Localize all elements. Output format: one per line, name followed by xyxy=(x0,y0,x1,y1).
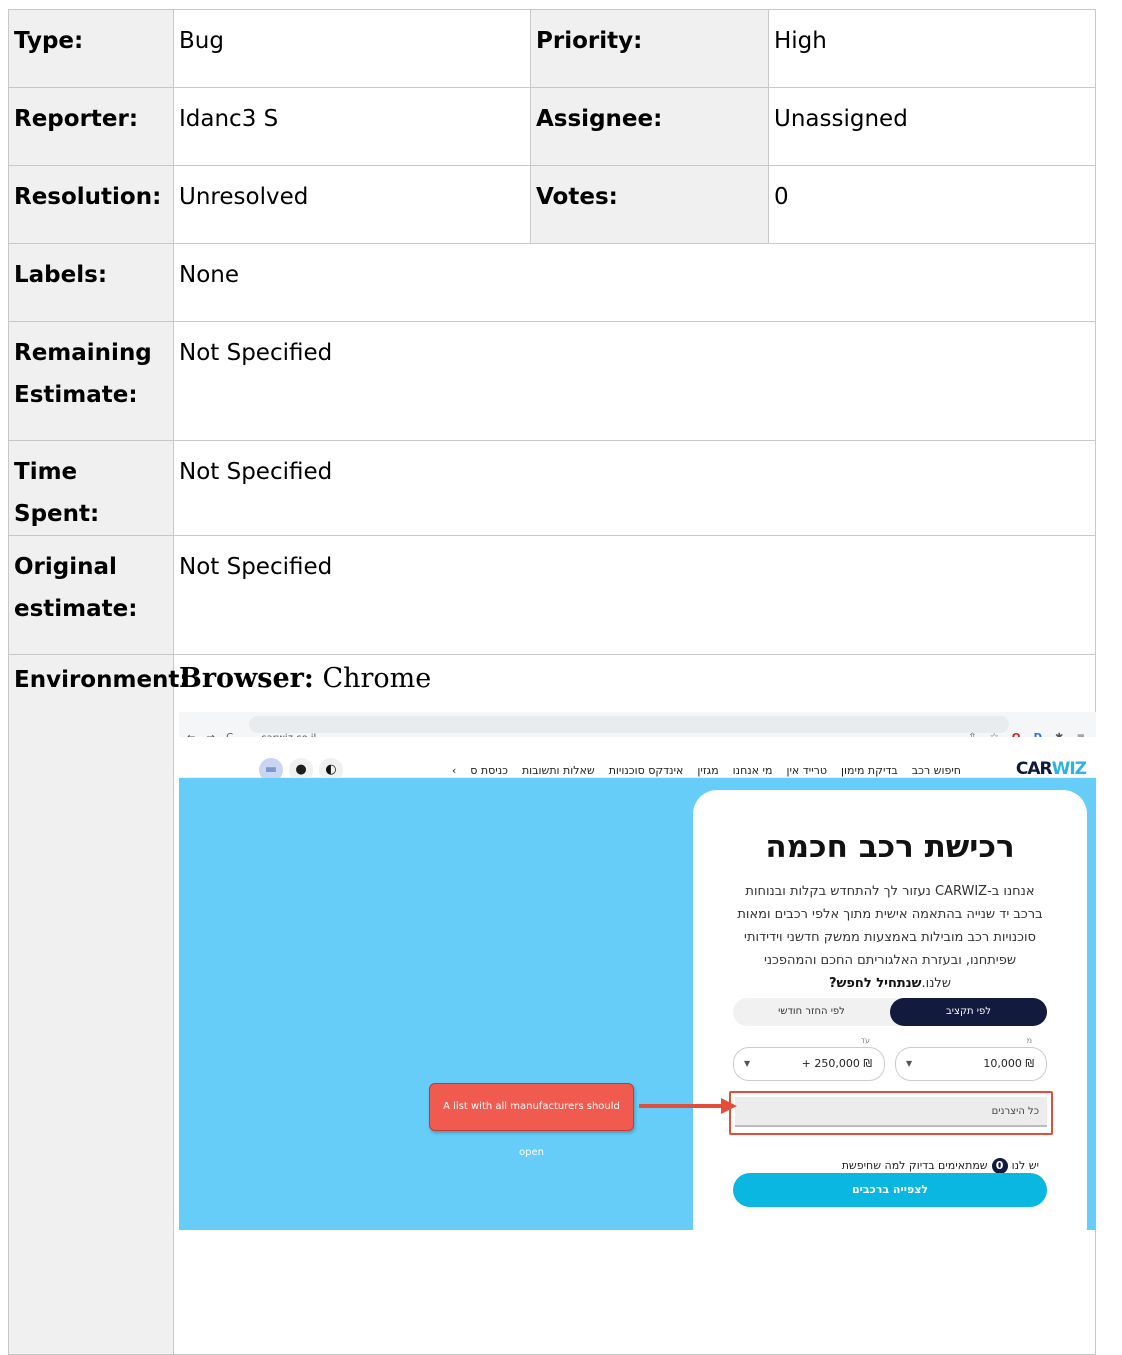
browser-toolbar: ← → C carwiz.co.il ⇪ ☆ O D ✱ ≡ xyxy=(179,712,1096,744)
reporter-label: Reporter: xyxy=(8,87,174,166)
search-card: רכישת רכב חכמה אנחנו ב-CARWIZ נעזור לך ל… xyxy=(693,790,1087,1230)
chevron-down-icon: ▼ xyxy=(906,1059,913,1068)
search-mode-toggle: לפי תקציב לפי החזר חודשי xyxy=(733,998,1047,1026)
reporter-value: Idanc3 S xyxy=(173,87,531,166)
hero-section: רכישת רכב חכמה אנחנו ב-CARWIZ נעזור לך ל… xyxy=(179,778,1096,1230)
environment-browser-line: Browser: Chrome xyxy=(179,659,1090,699)
row-labels: Labels: None xyxy=(8,243,1096,322)
site-nav: CARWIZ חיפוש רכבבדיקת מימוןטרייד איןמי א… xyxy=(179,737,1096,782)
menu-item: חיפוש רכב xyxy=(911,764,961,777)
original-estimate-value: Not Specified xyxy=(173,535,1096,655)
priority-value: High xyxy=(768,9,1096,88)
chevron-icon: › xyxy=(451,764,457,777)
price-to-select: עד ₪ 250,000 + ▼ xyxy=(733,1036,885,1081)
assignee-value: Unassigned xyxy=(768,87,1096,166)
labels-value: None xyxy=(173,243,1096,322)
address-bar: carwiz.co.il xyxy=(249,716,1009,744)
row-remaining-estimate: Remaining Estimate: Not Specified xyxy=(8,321,1096,441)
row-resolution-votes: Resolution: Unresolved Votes: 0 xyxy=(8,165,1096,244)
menu-item: טרייד אין xyxy=(786,764,828,777)
menu-item: כניסת ס xyxy=(470,764,508,777)
manufacturers-highlight: כל היצרנים xyxy=(729,1091,1053,1135)
environment-value: Browser: Chrome ← → C carwiz.co.il ⇪ ☆ O… xyxy=(173,654,1096,1355)
menu-item: מגזין xyxy=(697,764,719,777)
menu-item: בדיקת מימון xyxy=(841,764,898,777)
row-original-estimate: Original estimate: Not Specified xyxy=(8,535,1096,655)
browser-value: Chrome xyxy=(322,663,432,694)
row-reporter-assignee: Reporter: Idanc3 S Assignee: Unassigned xyxy=(8,87,1096,166)
votes-label: Votes: xyxy=(530,165,769,244)
environment-label: Environment: xyxy=(8,654,189,1355)
annotation-arrow xyxy=(639,1098,737,1114)
resolution-value: Unresolved xyxy=(173,165,531,244)
browser-label: Browser: xyxy=(179,663,314,694)
assignee-label: Assignee: xyxy=(530,87,769,166)
view-cars-button: לצפייה ברכבים xyxy=(733,1173,1047,1207)
priority-label: Priority: xyxy=(530,9,769,88)
menu-item: שאלות ותשובות xyxy=(521,764,595,777)
remaining-estimate-label: Remaining Estimate: xyxy=(8,321,174,441)
hero-description: אנחנו ב-CARWIZ נעזור לך להתחדש בקלות ובנ… xyxy=(737,884,1043,991)
chevron-down-icon: ▼ xyxy=(744,1059,751,1068)
attached-screenshot: ← → C carwiz.co.il ⇪ ☆ O D ✱ ≡ CARWIZ חי… xyxy=(179,712,1096,1230)
type-value: Bug xyxy=(173,9,531,88)
menu-item: אינדקס סוכנויות xyxy=(608,764,684,777)
tab-monthly: לפי החזר חודשי xyxy=(778,1006,845,1017)
type-label: Type: xyxy=(8,9,174,88)
row-type-priority: Type: Bug Priority: High xyxy=(8,9,1096,88)
hero-title: רכישת רכב חכמה xyxy=(765,829,1015,865)
price-from-select: מ ₪ 10,000 ▼ xyxy=(895,1036,1047,1081)
time-spent-label: Time Spent: xyxy=(8,440,174,536)
manufacturers-select: כל היצרנים xyxy=(735,1097,1047,1127)
original-estimate-label: Original estimate: xyxy=(8,535,174,655)
votes-value: 0 xyxy=(768,165,1096,244)
time-spent-value: Not Specified xyxy=(173,440,1096,536)
issue-details-table: Type: Bug Priority: High Reporter: Idanc… xyxy=(8,9,1096,1355)
labels-label: Labels: xyxy=(8,243,174,322)
resolution-label: Resolution: xyxy=(8,165,174,244)
tab-budget: לפי תקציב xyxy=(890,998,1047,1026)
row-time-spent: Time Spent: Not Specified xyxy=(8,440,1096,536)
menu-item: מי אנחנו xyxy=(732,764,773,777)
annotation-callout: A list with all manufacturers should ope… xyxy=(429,1083,634,1158)
remaining-estimate-value: Not Specified xyxy=(173,321,1096,441)
row-environment: Environment: Browser: Chrome ← → C carwi… xyxy=(8,654,1096,1355)
